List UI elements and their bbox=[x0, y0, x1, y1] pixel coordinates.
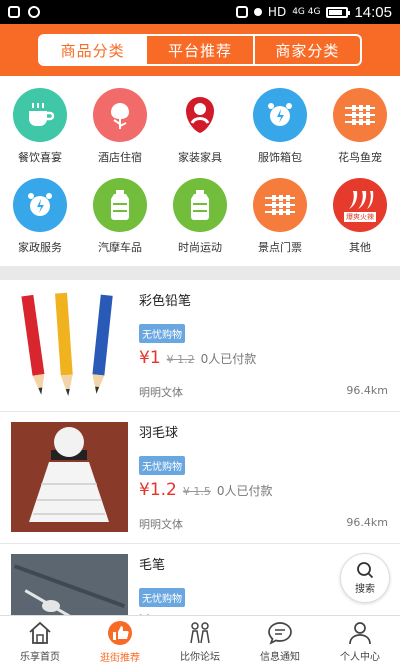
alarm-clock-icon bbox=[253, 88, 307, 142]
tab-platform-recommend[interactable]: 平台推荐 bbox=[147, 36, 255, 64]
header: 商品分类 平台推荐 商家分类 bbox=[0, 24, 400, 76]
category-item[interactable]: 餐饮喜宴 bbox=[0, 76, 80, 166]
mother-child-icon bbox=[173, 88, 227, 142]
product-tag: 无忧购物 bbox=[139, 456, 185, 475]
category-label: 服饰箱包 bbox=[258, 151, 302, 164]
distance: 96.4km bbox=[346, 384, 388, 397]
signal-label: 4G 4G bbox=[292, 7, 321, 17]
category-item[interactable]: 爆爽火辣 其他 bbox=[320, 166, 400, 256]
tab-label: 个人中心 bbox=[340, 651, 380, 663]
location-icon bbox=[253, 8, 262, 16]
skewer-icon bbox=[253, 178, 307, 232]
category-item[interactable]: 时尚运动 bbox=[160, 166, 240, 256]
couple-icon bbox=[190, 621, 210, 643]
tab-label: 逛街推荐 bbox=[100, 652, 140, 664]
shop-name[interactable]: 明明文体 bbox=[139, 516, 183, 532]
tab-profile[interactable]: 个人中心 bbox=[320, 616, 400, 667]
alarm-clock-icon bbox=[13, 178, 67, 232]
product-list[interactable]: 彩色铅笔 无忧购物 ¥1 ¥ 1.2 0人已付款 明明文体 96.4km 羽毛球… bbox=[0, 280, 400, 615]
skewer-icon bbox=[333, 88, 387, 142]
chat-bubble-icon bbox=[268, 621, 292, 645]
search-icon bbox=[357, 562, 374, 579]
product-card[interactable]: 羽毛球 无忧购物 ¥1.2 ¥ 1.5 0人已付款 明明文体 96.4km bbox=[0, 412, 400, 544]
chili-badge: 爆爽火辣 bbox=[344, 211, 376, 222]
product-price-row: ¥1.2 ¥ 1.5 0人已付款 bbox=[139, 480, 273, 500]
paid-count: 0人已付款 bbox=[200, 352, 257, 366]
category-label: 餐饮喜宴 bbox=[18, 151, 62, 164]
category-label: 时尚运动 bbox=[178, 241, 222, 254]
category-label: 家政服务 bbox=[18, 241, 62, 254]
distance: 96.4km bbox=[346, 516, 388, 529]
segmented-tabs: 商品分类 平台推荐 商家分类 bbox=[38, 34, 362, 66]
tab-label: 比你论坛 bbox=[180, 651, 220, 663]
status-bar: HD 4G 4G 14:05 bbox=[0, 0, 400, 24]
category-item[interactable]: 服饰箱包 bbox=[240, 76, 320, 166]
product-title[interactable]: 毛笔 bbox=[139, 554, 165, 573]
home-icon bbox=[29, 621, 51, 644]
water-bottle-icon bbox=[93, 178, 147, 232]
product-card[interactable]: 彩色铅笔 无忧购物 ¥1 ¥ 1.2 0人已付款 明明文体 96.4km bbox=[0, 280, 400, 412]
flower-icon bbox=[93, 88, 147, 142]
tab-merchant-categories[interactable]: 商家分类 bbox=[255, 36, 360, 64]
category-item[interactable]: 汽摩车品 bbox=[80, 166, 160, 256]
category-item[interactable]: 花鸟鱼宠 bbox=[320, 76, 400, 166]
section-divider bbox=[0, 266, 400, 280]
category-label: 花鸟鱼宠 bbox=[338, 151, 382, 164]
bottom-tab-bar: 乐享首页 逛街推荐 比你论坛 信息通知 个人中心 bbox=[0, 615, 400, 667]
tab-label: 信息通知 bbox=[260, 651, 300, 663]
category-item[interactable]: 家政服务 bbox=[0, 166, 80, 256]
category-label: 酒店住宿 bbox=[98, 151, 142, 164]
category-label: 其他 bbox=[349, 241, 371, 254]
current-price: ¥1.2 bbox=[139, 480, 177, 500]
battery-icon bbox=[326, 6, 351, 18]
paid-count: 0人已付款 bbox=[216, 484, 273, 498]
tab-forum[interactable]: 比你论坛 bbox=[160, 616, 240, 667]
current-price: ¥1 bbox=[139, 348, 161, 368]
tab-shopping-recommend[interactable]: 逛街推荐 bbox=[80, 616, 160, 667]
tab-notifications[interactable]: 信息通知 bbox=[240, 616, 320, 667]
category-item[interactable]: 酒店住宿 bbox=[80, 76, 160, 166]
chili-icon: 爆爽火辣 bbox=[333, 178, 387, 232]
product-image bbox=[11, 554, 128, 615]
category-grid: 餐饮喜宴 酒店住宿 家装家具 服饰箱包 花鸟鱼宠 家政服务 汽摩车品 时尚运动 … bbox=[0, 76, 400, 266]
product-tag: 无忧购物 bbox=[139, 324, 185, 343]
original-price: ¥ 1.2 bbox=[166, 353, 195, 366]
category-label: 景点门票 bbox=[258, 241, 302, 254]
thumbs-up-icon bbox=[108, 620, 132, 645]
product-tag: 无忧购物 bbox=[139, 588, 185, 607]
category-label: 家装家具 bbox=[178, 151, 222, 164]
shop-name[interactable]: 明明文体 bbox=[139, 384, 183, 400]
water-bottle-icon bbox=[173, 178, 227, 232]
product-title[interactable]: 羽毛球 bbox=[139, 422, 178, 441]
record-icon bbox=[28, 6, 40, 18]
category-item[interactable]: 景点门票 bbox=[240, 166, 320, 256]
tab-home[interactable]: 乐享首页 bbox=[0, 616, 80, 667]
category-label: 汽摩车品 bbox=[98, 241, 142, 254]
tab-label: 乐享首页 bbox=[20, 651, 60, 663]
cup-icon bbox=[13, 88, 67, 142]
product-price-row: ¥1 ¥ 1.2 0人已付款 bbox=[139, 348, 256, 368]
tab-product-categories[interactable]: 商品分类 bbox=[40, 36, 148, 64]
product-title[interactable]: 彩色铅笔 bbox=[139, 290, 191, 309]
category-item[interactable]: 家装家具 bbox=[160, 76, 240, 166]
network-label: HD bbox=[267, 5, 287, 19]
image-icon bbox=[235, 6, 248, 18]
clock: 14:05 bbox=[354, 3, 392, 21]
person-icon bbox=[349, 621, 371, 644]
search-label: 搜索 bbox=[355, 584, 375, 595]
product-image bbox=[11, 422, 128, 532]
product-image bbox=[11, 290, 128, 400]
notification-icon bbox=[8, 6, 20, 18]
search-button[interactable]: 搜索 bbox=[340, 553, 390, 603]
original-price: ¥ 1.5 bbox=[182, 485, 211, 498]
